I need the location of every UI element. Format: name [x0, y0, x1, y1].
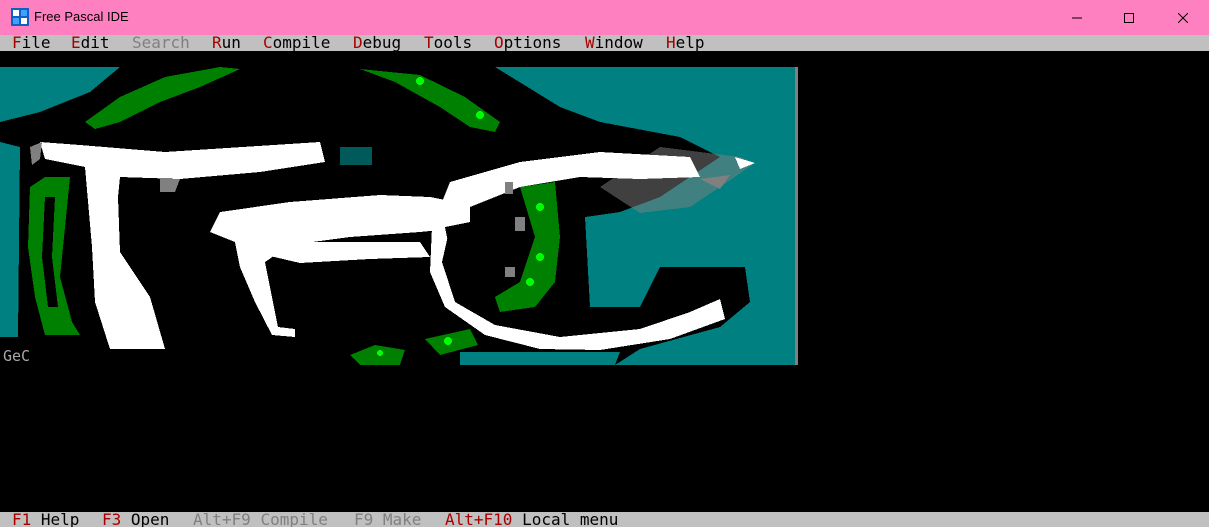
- menu-hotkey: H: [666, 33, 676, 52]
- fpc-logo: [0, 67, 798, 365]
- status-label: Compile: [260, 512, 328, 527]
- close-button[interactable]: [1160, 0, 1206, 35]
- status-label: Make: [382, 512, 422, 527]
- status-key: Alt+F9: [193, 512, 251, 527]
- status-key: F1: [12, 512, 32, 527]
- logo-caption: GeC: [3, 347, 31, 365]
- menu-label: ile: [21, 33, 51, 52]
- status-compile[interactable]: Alt+F9 Compile: [193, 512, 328, 527]
- window-title: Free Pascal IDE: [34, 9, 129, 24]
- menu-hotkey: O: [494, 33, 504, 52]
- status-bar: F1 Help F3 Open Alt+F9 Compile F9 Make A…: [0, 512, 1209, 527]
- status-local-menu[interactable]: Alt+F10 Local menu: [445, 512, 618, 527]
- maximize-icon: [1124, 12, 1134, 23]
- minimize-icon: [1072, 17, 1082, 18]
- status-key: Alt+F10: [445, 512, 513, 527]
- menu-hotkey: D: [353, 33, 363, 52]
- menu-hotkey: T: [424, 33, 434, 52]
- menu-options[interactable]: Options: [494, 35, 561, 51]
- menu-search[interactable]: Search: [132, 35, 190, 51]
- status-label: Local menu: [522, 512, 619, 527]
- menu-label: elp: [675, 33, 705, 52]
- menu-label: un: [221, 33, 241, 52]
- menu-label: ebug: [362, 33, 402, 52]
- menu-hotkey: W: [585, 33, 595, 52]
- menu-label: ools: [433, 33, 473, 52]
- status-key: F9: [354, 512, 374, 527]
- minimize-button[interactable]: [1054, 0, 1100, 35]
- status-label: Open: [130, 512, 170, 527]
- status-label: Help: [40, 512, 80, 527]
- close-icon: [1178, 12, 1188, 23]
- ide-desktop[interactable]: GeC: [0, 51, 1209, 512]
- status-help[interactable]: F1 Help: [12, 512, 79, 527]
- menu-file[interactable]: File: [12, 35, 51, 51]
- window-title-bar[interactable]: Free Pascal IDE: [0, 0, 1209, 35]
- menu-hotkey: R: [212, 33, 222, 52]
- menu-hotkey: E: [71, 33, 81, 52]
- menu-label: ptions: [503, 33, 562, 52]
- maximize-button[interactable]: [1106, 0, 1152, 35]
- menu-hotkey: C: [263, 33, 273, 52]
- menu-help[interactable]: Help: [666, 35, 705, 51]
- menu-label: dit: [80, 33, 110, 52]
- menu-compile[interactable]: Compile: [263, 35, 330, 51]
- menu-edit[interactable]: Edit: [71, 35, 110, 51]
- menu-bar: File Edit Search Run Compile Debug Tools…: [0, 35, 1209, 51]
- menu-hotkey: S: [132, 33, 142, 52]
- menu-tools[interactable]: Tools: [424, 35, 472, 51]
- menu-window[interactable]: Window: [585, 35, 643, 51]
- menu-debug[interactable]: Debug: [353, 35, 401, 51]
- status-key: F3: [102, 512, 122, 527]
- menu-label: ompile: [272, 33, 331, 52]
- status-make[interactable]: F9 Make: [354, 512, 421, 527]
- menu-run[interactable]: Run: [212, 35, 241, 51]
- menu-hotkey: F: [12, 33, 22, 52]
- menu-label: indow: [594, 33, 643, 52]
- menu-label: earch: [141, 33, 190, 52]
- status-open[interactable]: F3 Open: [102, 512, 169, 527]
- fpc-app-icon: [11, 8, 29, 26]
